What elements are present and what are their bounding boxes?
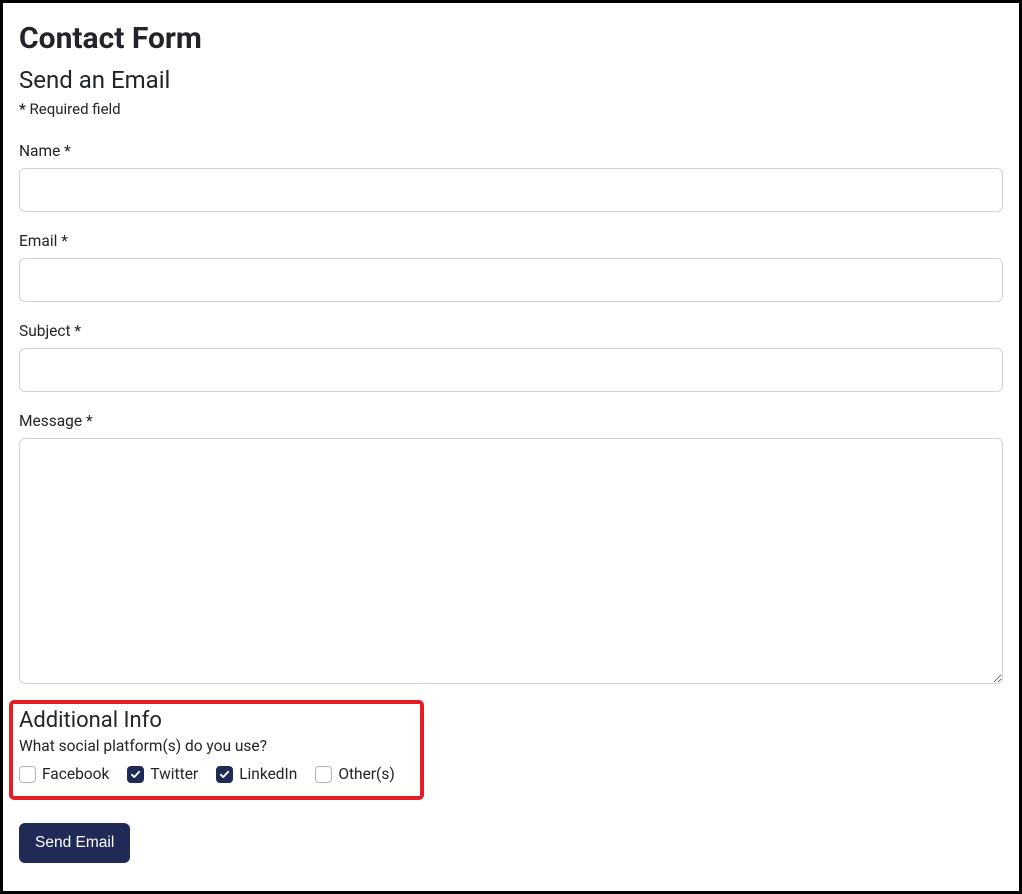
checkbox-item-facebook: Facebook — [19, 765, 109, 783]
checkbox-facebook[interactable] — [19, 766, 36, 783]
checkbox-item-linkedin: LinkedIn — [216, 765, 297, 783]
name-input[interactable] — [19, 168, 1003, 212]
page-container: Contact Form Send an Email * Required fi… — [0, 0, 1022, 894]
email-input[interactable] — [19, 258, 1003, 302]
checkbox-label-twitter[interactable]: Twitter — [150, 765, 198, 783]
name-label: Name * — [19, 142, 1003, 160]
email-field-group: Email * — [19, 232, 1003, 302]
check-icon — [130, 769, 141, 780]
required-note-text: Required field — [30, 100, 121, 118]
name-field-group: Name * — [19, 142, 1003, 212]
checkbox-label-linkedin[interactable]: LinkedIn — [239, 765, 297, 783]
checkbox-twitter[interactable] — [127, 766, 144, 783]
subject-input[interactable] — [19, 348, 1003, 392]
additional-info-section: Additional Info What social platform(s) … — [19, 708, 1003, 783]
send-email-button[interactable]: Send Email — [19, 823, 130, 863]
check-icon — [219, 769, 230, 780]
subject-label: Subject * — [19, 322, 1003, 340]
checkbox-others[interactable] — [315, 766, 332, 783]
message-label: Message * — [19, 412, 1003, 430]
required-note: * Required field — [19, 100, 1003, 118]
additional-info-question: What social platform(s) do you use? — [19, 737, 1003, 755]
checkbox-item-others: Other(s) — [315, 765, 394, 783]
form-subtitle: Send an Email — [19, 66, 1003, 94]
page-title: Contact Form — [19, 21, 1003, 56]
message-textarea[interactable] — [19, 438, 1003, 684]
checkbox-label-facebook[interactable]: Facebook — [42, 765, 109, 783]
checkbox-label-others[interactable]: Other(s) — [338, 765, 394, 783]
checkbox-linkedin[interactable] — [216, 766, 233, 783]
email-label: Email * — [19, 232, 1003, 250]
required-star-icon: * — [19, 100, 26, 118]
checkbox-row: Facebook Twitter LinkedIn Other(s) — [19, 765, 1003, 783]
subject-field-group: Subject * — [19, 322, 1003, 392]
checkbox-item-twitter: Twitter — [127, 765, 198, 783]
message-field-group: Message * — [19, 412, 1003, 688]
additional-info-title: Additional Info — [19, 708, 1003, 733]
